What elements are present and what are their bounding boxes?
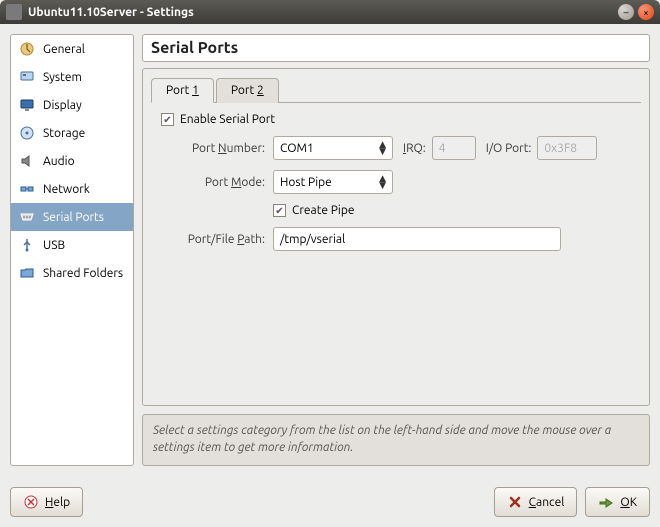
display-icon <box>19 97 35 113</box>
enable-serial-port-label: Enable Serial Port <box>180 113 275 126</box>
serial-ports-icon <box>19 209 35 225</box>
chevron-up-down-icon: ▲▼ <box>379 175 386 189</box>
storage-icon <box>19 125 35 141</box>
enable-serial-port-checkbox[interactable] <box>161 113 174 126</box>
sidebar-item-system[interactable]: System <box>11 63 133 91</box>
window-title: Ubuntu11.10Server - Settings <box>28 6 614 19</box>
chevron-up-down-icon: ▲▼ <box>379 141 386 155</box>
io-port-label: I/O Port: <box>486 142 532 155</box>
sidebar-item-label: Serial Ports <box>43 211 104 224</box>
tab-port-1[interactable]: Port 1 <box>151 78 214 103</box>
sidebar-item-network[interactable]: Network <box>11 175 133 203</box>
cancel-button[interactable]: Cancel <box>494 487 578 517</box>
port-number-value: COM1 <box>280 142 314 155</box>
content-area: Serial Ports Port 1 Port 2 Enable Serial… <box>142 34 650 466</box>
sidebar-item-display[interactable]: Display <box>11 91 133 119</box>
sidebar-item-storage[interactable]: Storage <box>11 119 133 147</box>
page-heading-box: Serial Ports <box>142 34 650 62</box>
ok-button[interactable]: OK <box>585 487 650 517</box>
general-icon <box>19 41 35 57</box>
create-pipe-checkbox[interactable] <box>273 204 286 217</box>
sidebar-item-general[interactable]: General <box>11 35 133 63</box>
tabs: Port 1 Port 2 <box>151 77 641 103</box>
system-icon <box>19 69 35 85</box>
minimize-button[interactable]: – <box>618 4 634 20</box>
create-pipe-label: Create Pipe <box>292 204 355 217</box>
irq-label: IRQ: <box>403 142 426 155</box>
port-file-path-input[interactable]: /tmp/vserial <box>273 227 561 251</box>
help-button[interactable]: Help <box>10 487 83 517</box>
dialog-footer: Help Cancel OK <box>10 487 650 517</box>
audio-icon <box>19 153 35 169</box>
sidebar-item-usb[interactable]: USB <box>11 231 133 259</box>
hint-box: Select a settings category from the list… <box>142 414 650 466</box>
port-file-path-label: Port/File Path: <box>153 233 265 246</box>
sidebar-item-label: USB <box>43 239 65 252</box>
app-icon <box>6 4 22 20</box>
settings-panel: Port 1 Port 2 Enable Serial Port Port Nu… <box>142 68 650 406</box>
port-number-label: Port Number: <box>153 142 265 155</box>
sidebar-item-label: Shared Folders <box>43 267 123 280</box>
port-mode-select[interactable]: Host Pipe ▲▼ <box>273 170 393 194</box>
sidebar-item-audio[interactable]: Audio <box>11 147 133 175</box>
sidebar: General System Display Storage Audio Net… <box>10 34 134 466</box>
port-mode-label: Port Mode: <box>153 176 265 189</box>
sidebar-item-label: General <box>43 43 85 56</box>
ok-icon <box>598 494 614 510</box>
sidebar-item-serial-ports[interactable]: Serial Ports <box>11 203 133 231</box>
usb-icon <box>19 237 35 253</box>
sidebar-item-label: Network <box>43 183 90 196</box>
help-icon <box>23 494 39 510</box>
sidebar-item-label: Display <box>43 99 82 112</box>
port-mode-value: Host Pipe <box>280 176 332 189</box>
cancel-icon <box>507 494 523 510</box>
page-heading: Serial Ports <box>151 39 641 57</box>
close-button[interactable]: × <box>638 4 654 20</box>
irq-field: 4 <box>432 136 476 160</box>
sidebar-item-label: Storage <box>43 127 85 140</box>
sidebar-item-label: System <box>43 71 82 84</box>
sidebar-item-shared-folders[interactable]: Shared Folders <box>11 259 133 287</box>
tab-port-2[interactable]: Port 2 <box>216 78 279 103</box>
port-number-select[interactable]: COM1 ▲▼ <box>273 136 393 160</box>
sidebar-item-label: Audio <box>43 155 75 168</box>
window-body: General System Display Storage Audio Net… <box>0 24 660 527</box>
io-port-field: 0x3F8 <box>537 136 597 160</box>
shared-folders-icon <box>19 265 35 281</box>
titlebar: Ubuntu11.10Server - Settings – × <box>0 0 660 24</box>
network-icon <box>19 181 35 197</box>
